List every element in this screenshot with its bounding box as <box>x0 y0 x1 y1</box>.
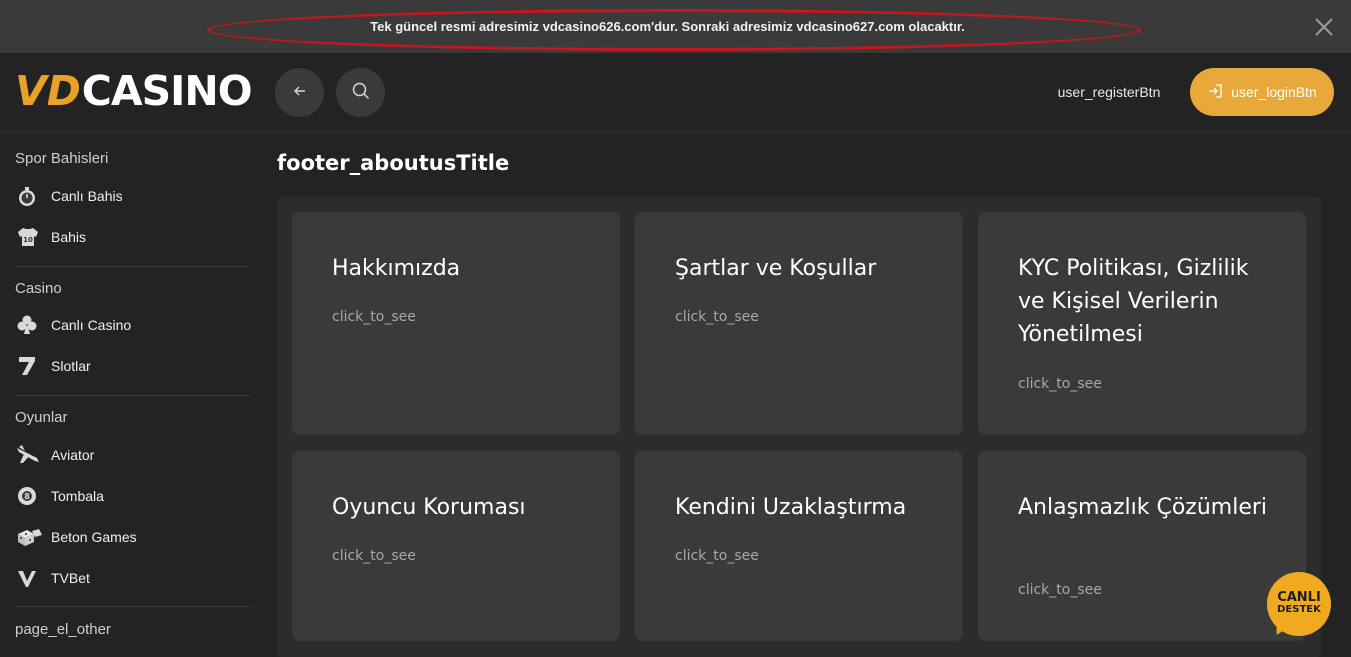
close-icon[interactable] <box>1314 17 1334 37</box>
login-label: user_loginBtn <box>1231 84 1317 100</box>
logo-v: V <box>15 67 47 115</box>
sidebar-item-label: Slotlar <box>51 358 91 374</box>
section-title-other: page_el_other <box>15 621 111 638</box>
card-kyc-privacy[interactable]: KYC Politikası, Gizlilik ve Kişisel Veri… <box>978 212 1306 435</box>
bingo-ball-icon: 8 <box>15 484 43 508</box>
click-to-see-link[interactable]: click_to_see <box>1018 582 1102 598</box>
card-self-exclusion[interactable]: Kendini Uzaklaştırma click_to_see <box>635 451 963 641</box>
sidebar-item-label: Beton Games <box>51 529 137 545</box>
search-icon <box>351 81 371 105</box>
jersey-icon: 10 <box>15 225 43 249</box>
sidebar-item-label: Canlı Bahis <box>51 188 123 204</box>
sidebar-item-live-betting[interactable]: Canlı Bahis <box>15 181 250 211</box>
sidebar-item-label: Canlı Casino <box>51 317 132 333</box>
section-title-games: Oyunlar <box>15 409 68 426</box>
click-to-see-link[interactable]: click_to_see <box>1018 376 1102 392</box>
back-button[interactable] <box>275 68 324 117</box>
sidebar-item-label: Aviator <box>51 447 95 463</box>
card-title: Oyuncu Koruması <box>332 495 526 520</box>
sidebar-item-tombala[interactable]: 8 Tombala <box>15 481 250 511</box>
support-line-1: CANLI <box>1277 590 1321 605</box>
sidebar-divider <box>15 266 250 267</box>
card-title: Kendini Uzaklaştırma <box>675 495 907 520</box>
stopwatch-icon <box>15 184 43 208</box>
card-title: Anlaşmazlık Çözümleri <box>1018 495 1268 520</box>
sidebar-item-tvbet[interactable]: TVBet <box>15 563 250 593</box>
card-title: KYC Politikası, Gizlilik ve Kişisel Veri… <box>1018 256 1249 347</box>
svg-text:10: 10 <box>23 236 33 244</box>
seven-icon <box>15 354 43 378</box>
live-support-button[interactable]: CANLI DESTEK <box>1267 572 1331 636</box>
club-icon <box>15 313 43 337</box>
tvbet-icon <box>15 566 43 590</box>
announcement-text: Tek güncel resmi adresimiz vdcasino626.c… <box>370 19 965 34</box>
sidebar-item-label: Tombala <box>51 488 104 504</box>
sidebar-divider <box>15 395 250 396</box>
sidebar: Spor Bahisleri Canlı Bahis 10 Bahis Casi… <box>0 132 263 657</box>
about-panel: Hakkımızda click_to_see Şartlar ve Koşul… <box>277 197 1321 657</box>
login-icon <box>1207 83 1223 102</box>
page-title: footer_aboutusTitle <box>277 151 510 175</box>
card-title: Şartlar ve Koşullar <box>675 256 877 281</box>
plane-icon <box>15 443 43 467</box>
click-to-see-link[interactable]: click_to_see <box>675 309 759 325</box>
section-title-sports: Spor Bahisleri <box>15 150 109 167</box>
sidebar-item-slots[interactable]: Slotlar <box>15 351 250 381</box>
sidebar-item-live-casino[interactable]: Canlı Casino <box>15 310 250 340</box>
dice-icon <box>15 525 43 549</box>
logo-text: CASINO <box>81 67 253 115</box>
arrow-left-icon <box>292 83 308 103</box>
card-about-us[interactable]: Hakkımızda click_to_see <box>292 212 620 435</box>
sidebar-item-label: TVBet <box>51 570 90 586</box>
click-to-see-link[interactable]: click_to_see <box>675 548 759 564</box>
search-button[interactable] <box>336 68 385 117</box>
card-player-protection[interactable]: Oyuncu Koruması click_to_see <box>292 451 620 641</box>
svg-text:8: 8 <box>24 492 30 501</box>
section-title-casino: Casino <box>15 280 62 297</box>
support-line-2: DESTEK <box>1277 604 1321 615</box>
login-button[interactable]: user_loginBtn <box>1190 68 1334 116</box>
support-label: CANLI DESTEK <box>1267 590 1331 616</box>
click-to-see-link[interactable]: click_to_see <box>332 309 416 325</box>
top-header: V D CASINO user_registerBtn user_loginBtn <box>0 53 1351 132</box>
card-dispute-resolution[interactable]: Anlaşmazlık Çözümleri click_to_see <box>978 451 1306 641</box>
announcement-bar: Tek güncel resmi adresimiz vdcasino626.c… <box>0 0 1351 53</box>
sidebar-item-label: Bahis <box>51 229 87 245</box>
register-button[interactable]: user_registerBtn <box>1040 84 1178 100</box>
sidebar-item-beton-games[interactable]: Beton Games <box>15 522 250 552</box>
sidebar-divider <box>15 606 250 607</box>
sidebar-item-aviator[interactable]: Aviator <box>15 440 250 470</box>
logo[interactable]: V D CASINO <box>15 67 253 115</box>
logo-d: D <box>46 67 81 115</box>
card-title: Hakkımızda <box>332 256 461 281</box>
card-terms-conditions[interactable]: Şartlar ve Koşullar click_to_see <box>635 212 963 435</box>
click-to-see-link[interactable]: click_to_see <box>332 548 416 564</box>
sidebar-item-betting[interactable]: 10 Bahis <box>15 222 250 252</box>
